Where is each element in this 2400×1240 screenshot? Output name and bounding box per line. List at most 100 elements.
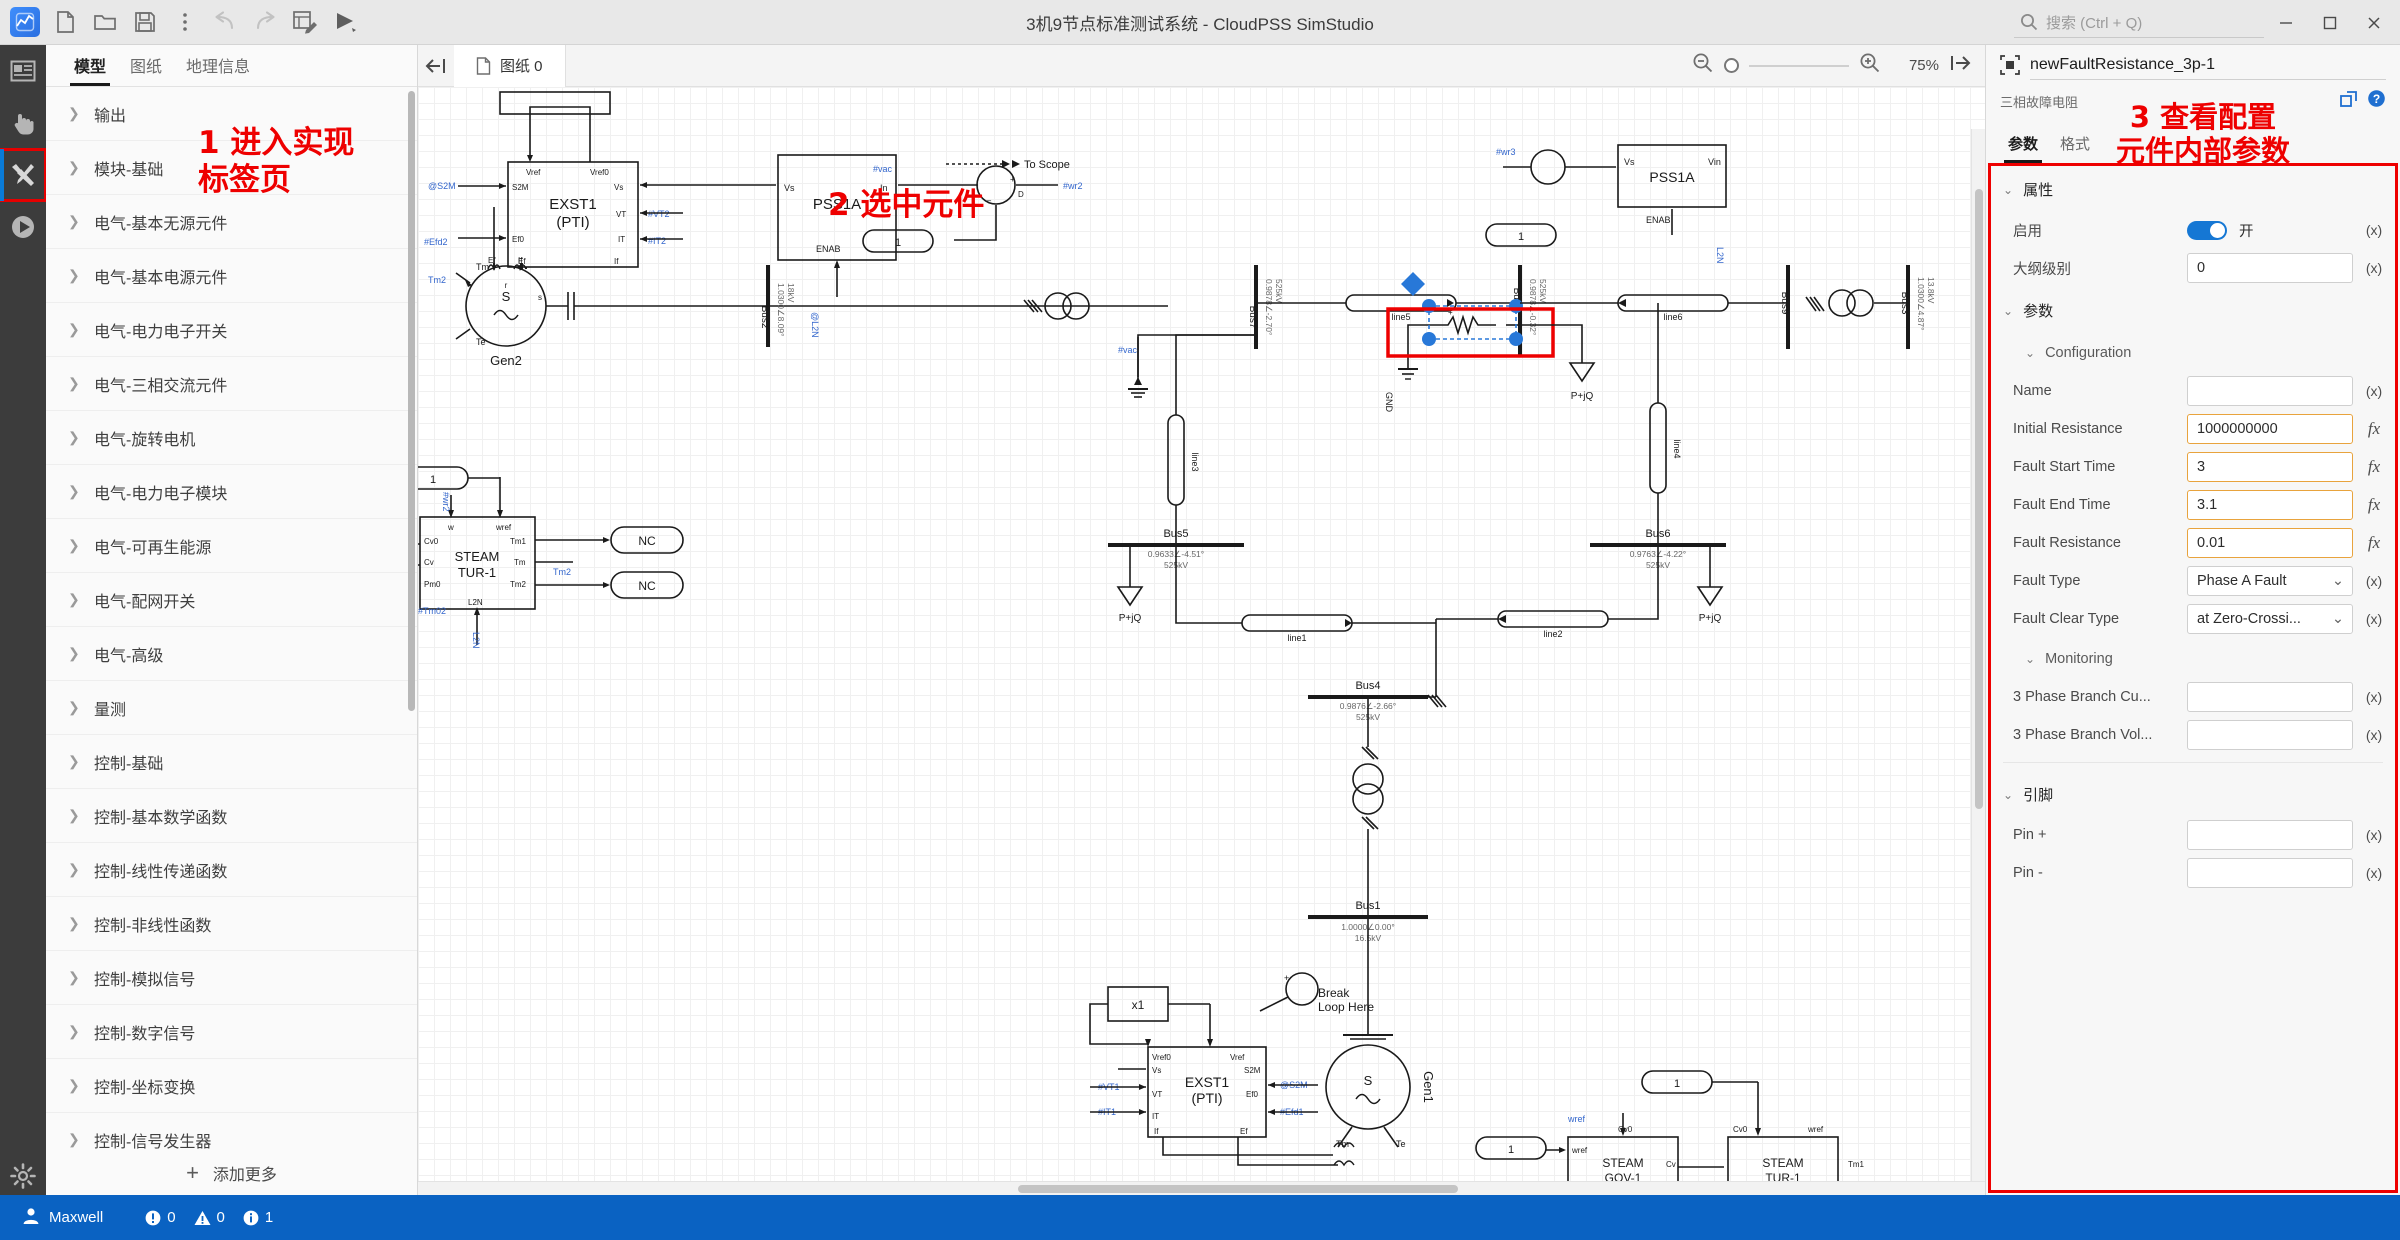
section-header-parameters[interactable]: ⌄ 参数 — [1991, 287, 2395, 332]
property-input[interactable]: 3 — [2187, 452, 2353, 482]
tree-item-2[interactable]: ❯ 电气-基本无源元件 — [46, 195, 417, 249]
status-errors[interactable]: 0 — [145, 1209, 176, 1226]
model-tree-scrollbar[interactable] — [408, 91, 415, 711]
properties-scroll[interactable]: ⌄ 属性 启用 开 (x) 大纲级别 0 (x) ⌄ 参数 ⌄ Configuration Name (x… — [1991, 166, 2395, 1190]
collapse-left-icon[interactable] — [418, 45, 454, 86]
tree-item-11[interactable]: ❯ 量测 — [46, 681, 417, 735]
tree-item-3[interactable]: ❯ 电气-基本电源元件 — [46, 249, 417, 303]
property-input[interactable] — [2187, 720, 2353, 750]
save-button[interactable] — [126, 4, 164, 40]
canvas-vscrollbar[interactable] — [1971, 129, 1985, 1181]
open-file-button[interactable] — [86, 4, 124, 40]
expression-icon[interactable]: (x) — [2359, 573, 2389, 589]
tree-item-0[interactable]: ❯ 输出 — [46, 87, 417, 141]
section-header-properties[interactable]: ⌄ 属性 — [1991, 166, 2395, 211]
section-header-monitoring[interactable]: ⌄ Monitoring — [1991, 638, 2395, 678]
tree-item-4[interactable]: ❯ 电气-电力电子开关 — [46, 303, 417, 357]
tree-item-6[interactable]: ❯ 电气-旋转电机 — [46, 411, 417, 465]
rail-item-run[interactable] — [0, 201, 46, 253]
component-name[interactable]: newFaultResistance_3p-1 — [2030, 56, 2386, 80]
property-input[interactable]: 1000000000 — [2187, 414, 2353, 444]
property-input[interactable]: 0.01 — [2187, 528, 2353, 558]
canvas-hscrollbar[interactable] — [418, 1181, 1985, 1195]
section-header-configuration[interactable]: ⌄ Configuration — [1991, 332, 2395, 372]
new-file-button[interactable] — [46, 4, 84, 40]
zoom-in-icon[interactable] — [1859, 52, 1881, 79]
tree-item-9[interactable]: ❯ 电气-配网开关 — [46, 573, 417, 627]
more-options-button[interactable] — [166, 4, 204, 40]
property-select[interactable]: at Zero-Crossi... ⌄ — [2187, 604, 2353, 634]
canvas-hscrollbar-thumb[interactable] — [1018, 1185, 1458, 1193]
tree-item-17[interactable]: ❯ 控制-数字信号 — [46, 1005, 417, 1059]
property-input[interactable]: 0 — [2187, 253, 2353, 283]
tree-item-8[interactable]: ❯ 电气-可再生能源 — [46, 519, 417, 573]
expression-icon[interactable]: (x) — [2359, 689, 2389, 705]
tree-item-13[interactable]: ❯ 控制-基本数学函数 — [46, 789, 417, 843]
tree-item-12[interactable]: ❯ 控制-基础 — [46, 735, 417, 789]
undo-button[interactable] — [206, 4, 244, 40]
status-infos[interactable]: 1 — [243, 1209, 273, 1226]
redo-button[interactable] — [246, 4, 284, 40]
formula-icon[interactable]: fx — [2359, 533, 2389, 553]
property-input[interactable] — [2187, 682, 2353, 712]
expression-icon[interactable]: (x) — [2359, 827, 2389, 843]
expression-icon[interactable]: (x) — [2359, 383, 2389, 399]
formula-icon[interactable]: fx — [2359, 419, 2389, 439]
rail-settings-button[interactable] — [0, 1163, 46, 1189]
zoom-out-icon[interactable] — [1692, 52, 1714, 79]
tree-item-10[interactable]: ❯ 电气-高级 — [46, 627, 417, 681]
property-input[interactable] — [2187, 820, 2353, 850]
rail-item-project[interactable] — [0, 45, 46, 97]
property-input[interactable] — [2187, 858, 2353, 888]
rail-item-implementation[interactable] — [0, 148, 47, 202]
tree-item-15[interactable]: ❯ 控制-非线性函数 — [46, 897, 417, 951]
run-button[interactable] — [326, 4, 364, 40]
expression-icon[interactable]: (x) — [2359, 260, 2389, 276]
tree-item-14[interactable]: ❯ 控制-线性传递函数 — [46, 843, 417, 897]
open-external-icon[interactable] — [2340, 90, 2358, 113]
expand-right-icon[interactable] — [1949, 54, 1971, 77]
section-header-pins[interactable]: ⌄ 引脚 — [1991, 771, 2395, 816]
chevron-right-icon: ❯ — [68, 321, 80, 337]
expression-icon[interactable]: (x) — [2359, 222, 2389, 238]
property-input[interactable]: 3.1 — [2187, 490, 2353, 520]
status-warnings[interactable]: 0 — [194, 1209, 225, 1226]
tab-model[interactable]: 模型 — [64, 49, 116, 86]
zoom-slider-track[interactable] — [1749, 64, 1849, 67]
minimize-button[interactable] — [2264, 0, 2308, 45]
tree-item-18[interactable]: ❯ 控制-坐标变换 — [46, 1059, 417, 1113]
help-circle-icon[interactable]: ? — [2367, 89, 2386, 113]
tree-item-19[interactable]: ❯ 控制-信号发生器 — [46, 1113, 417, 1151]
property-input[interactable] — [2187, 376, 2353, 406]
enable-toggle[interactable] — [2187, 220, 2227, 240]
tree-item-16[interactable]: ❯ 控制-模拟信号 — [46, 951, 417, 1005]
expression-icon[interactable]: (x) — [2359, 727, 2389, 743]
property-select[interactable]: Phase A Fault ⌄ — [2187, 566, 2353, 596]
expression-icon[interactable]: (x) — [2359, 865, 2389, 881]
formula-icon[interactable]: fx — [2359, 457, 2389, 477]
tab-parameters[interactable]: 参数 — [2000, 129, 2046, 163]
search-input[interactable]: 搜索 (Ctrl + Q) — [2014, 8, 2264, 38]
close-button[interactable] — [2352, 0, 2396, 45]
tree-item-1[interactable]: ❯ 模块-基础 — [46, 141, 417, 195]
tab-geoinfo[interactable]: 地理信息 — [176, 49, 260, 86]
tree-item-label: 电气-基本无源元件 — [94, 215, 228, 233]
add-more-button[interactable]: + 添加更多 — [46, 1151, 417, 1195]
tab-format[interactable]: 格式 — [2052, 129, 2098, 163]
form-edit-icon[interactable] — [286, 4, 324, 40]
expression-icon[interactable]: (x) — [2359, 611, 2389, 627]
schematic-canvas[interactable]: EXST1 (PTI) Vref Vref0 S2M Vs VT IT Ef0 … — [418, 87, 1985, 1195]
canvas-tab-sheet0[interactable]: 图纸 0 — [454, 44, 566, 87]
property-label: Pin - — [2013, 865, 2043, 881]
formula-icon[interactable]: fx — [2359, 495, 2389, 515]
tree-item-5[interactable]: ❯ 电气-三相交流元件 — [46, 357, 417, 411]
maximize-button[interactable] — [2308, 0, 2352, 45]
svg-text:1: 1 — [895, 237, 901, 249]
zoom-slider-knob[interactable] — [1724, 58, 1739, 73]
tree-item-7[interactable]: ❯ 电气-电力电子模块 — [46, 465, 417, 519]
canvas-vscrollbar-thumb[interactable] — [1975, 189, 1983, 809]
tab-drawings[interactable]: 图纸 — [120, 49, 172, 86]
app-logo[interactable] — [6, 4, 44, 40]
model-tree-scroll[interactable]: ❯ 输出 ❯ 模块-基础 ❯ 电气-基本无源元件 ❯ 电气-基本电源元件 ❯ 电气-电力电子开关 ❯… — [46, 87, 417, 1151]
rail-item-interact[interactable] — [0, 97, 46, 149]
